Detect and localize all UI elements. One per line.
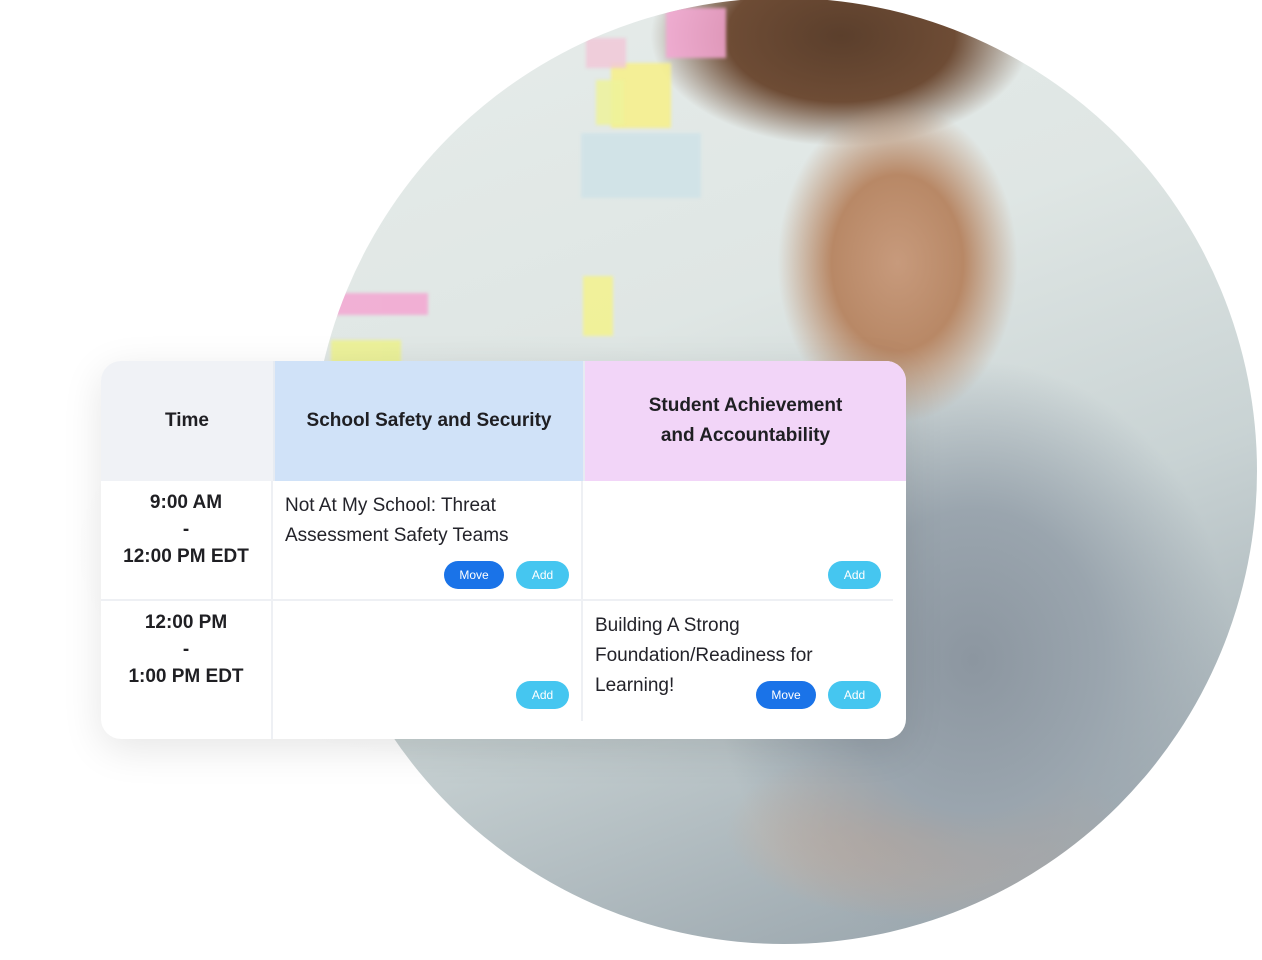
header-track-school-safety: School Safety and Security [273, 361, 583, 481]
sticky-note [666, 8, 726, 58]
add-button[interactable]: Add [828, 681, 881, 709]
track-label: Student Achievement and Accountability [648, 395, 843, 446]
schedule-grid: Time School Safety and Security Student … [101, 361, 906, 739]
session-actions: Move Add [756, 681, 881, 709]
session-actions: Add [828, 561, 881, 589]
sticky-note [581, 133, 701, 198]
session-cell: Not At My School: Threat Assessment Safe… [273, 481, 583, 601]
sticky-note [333, 293, 428, 315]
sticky-note [596, 80, 624, 125]
track-label: School Safety and Security [306, 410, 552, 431]
header-track-student-achievement: Student Achievement and Accountability [583, 361, 906, 481]
session-title[interactable]: Not At My School: Threat Assessment Safe… [285, 491, 569, 551]
session-actions: Add [516, 681, 569, 709]
move-button[interactable]: Move [756, 681, 816, 709]
session-actions: Move Add [444, 561, 569, 589]
session-cell: Building A Strong Foundation/Readiness f… [583, 601, 893, 721]
schedule-card: Time School Safety and Security Student … [101, 361, 906, 739]
time-slot: 9:00 AM - 12:00 PM EDT [101, 481, 273, 601]
session-cell-empty: Add [583, 481, 893, 601]
time-end: 1:00 PM EDT [128, 666, 244, 687]
sticky-note [583, 276, 613, 336]
move-button[interactable]: Move [444, 561, 504, 589]
add-button[interactable]: Add [828, 561, 881, 589]
time-start: 12:00 PM [144, 612, 228, 633]
header-time: Time [101, 361, 273, 481]
time-end: 12:00 PM EDT [123, 546, 249, 567]
sticky-note [586, 38, 626, 68]
time-separator: - [182, 639, 190, 660]
time-start: 9:00 AM [149, 492, 223, 513]
session-cell-empty: Add [273, 601, 583, 721]
time-separator: - [182, 519, 190, 540]
add-button[interactable]: Add [516, 561, 569, 589]
add-button[interactable]: Add [516, 681, 569, 709]
time-slot: 12:00 PM - 1:00 PM EDT [101, 601, 273, 739]
